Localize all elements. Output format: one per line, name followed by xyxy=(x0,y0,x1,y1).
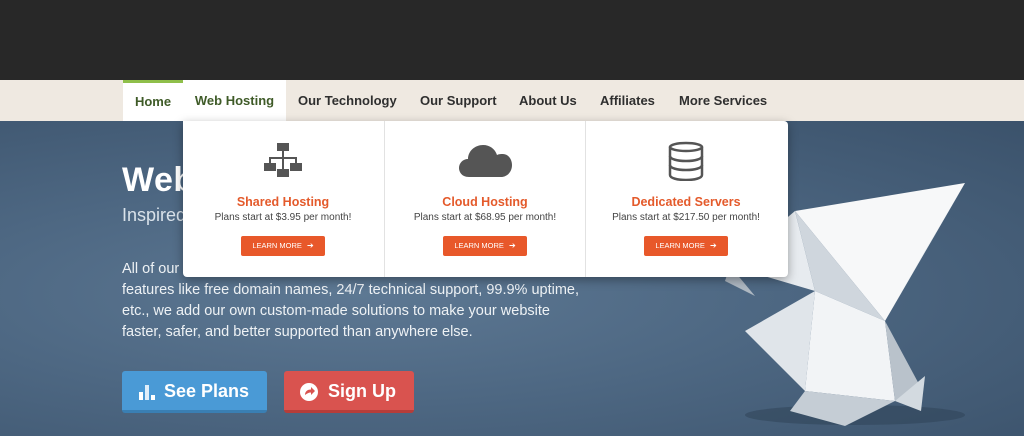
network-icon xyxy=(264,143,302,177)
arrow-circle-icon xyxy=(300,383,318,401)
bar-chart-icon xyxy=(139,385,155,400)
web-hosting-dropdown: Shared Hosting Plans start at $3.95 per … xyxy=(183,121,788,277)
cloud-hosting-column: Cloud Hosting Plans start at $68.95 per … xyxy=(384,121,584,277)
hero-description-start: All of our xyxy=(122,261,180,277)
cloud-hosting-title: Cloud Hosting xyxy=(442,195,528,209)
see-plans-label: See Plans xyxy=(164,381,250,401)
main-nav: Home Web Hosting Our Technology Our Supp… xyxy=(0,80,1024,121)
cloud-hosting-learn-more-button[interactable]: LEARN MORE ➔ xyxy=(443,236,527,256)
nav-affiliates[interactable]: Affiliates xyxy=(600,80,655,121)
nav-more-services[interactable]: More Services xyxy=(679,80,767,121)
arrow-right-icon: ➔ xyxy=(709,241,717,250)
sign-up-button[interactable]: Sign Up xyxy=(284,371,414,413)
hero-description-rest: features like free domain names, 24/7 te… xyxy=(122,282,580,340)
shared-hosting-title: Shared Hosting xyxy=(236,195,330,209)
shared-hosting-learn-more-button[interactable]: LEARN MORE ➔ xyxy=(241,236,325,256)
learn-more-label: LEARN MORE xyxy=(252,241,302,250)
nav-our-technology[interactable]: Our Technology xyxy=(298,80,397,121)
nav-home[interactable]: Home xyxy=(123,80,183,121)
dedicated-servers-learn-more-button[interactable]: LEARN MORE ➔ xyxy=(644,236,728,256)
arrow-right-icon: ➔ xyxy=(306,241,314,250)
cloud-hosting-price: Plans start at $68.95 per month! xyxy=(413,212,557,223)
learn-more-label: LEARN MORE xyxy=(655,241,705,250)
dedicated-servers-price: Plans start at $217.50 per month! xyxy=(612,212,760,223)
nav-about-us[interactable]: About Us xyxy=(519,80,577,121)
dedicated-servers-title: Dedicated Servers xyxy=(631,195,741,209)
see-plans-button[interactable]: See Plans xyxy=(122,371,267,413)
learn-more-label: LEARN MORE xyxy=(454,241,504,250)
top-header-bar xyxy=(0,0,1024,80)
shared-hosting-price: Plans start at $3.95 per month! xyxy=(214,212,352,223)
nav-our-support[interactable]: Our Support xyxy=(420,80,497,121)
sign-up-label: Sign Up xyxy=(328,381,396,401)
arrow-right-icon: ➔ xyxy=(508,241,516,250)
shared-hosting-column: Shared Hosting Plans start at $3.95 per … xyxy=(183,121,383,277)
database-icon xyxy=(668,141,704,181)
dedicated-servers-column: Dedicated Servers Plans start at $217.50… xyxy=(585,121,785,277)
cloud-icon xyxy=(459,145,512,177)
nav-web-hosting[interactable]: Web Hosting xyxy=(183,80,286,121)
hero-subtitle: Inspired xyxy=(122,205,187,225)
